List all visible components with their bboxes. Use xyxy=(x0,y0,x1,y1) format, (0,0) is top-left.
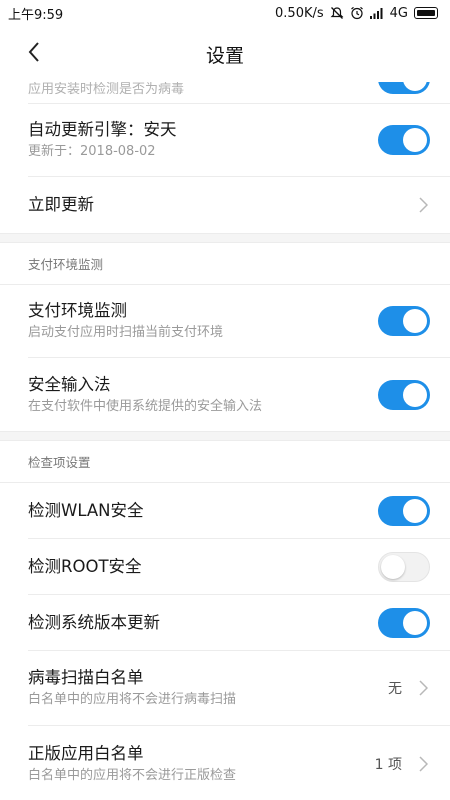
section-divider xyxy=(0,431,450,441)
network-speed: 0.50K/s xyxy=(275,5,324,21)
virus-whitelist-row[interactable]: 病毒扫描白名单 白名单中的应用将不会进行病毒扫描 无 xyxy=(28,651,450,726)
check-wlan-row[interactable]: 检测WLAN安全 xyxy=(28,483,450,539)
title-bar: 设置 xyxy=(0,26,450,82)
row-title: 支付环境监测 xyxy=(28,301,127,320)
section-divider xyxy=(0,233,450,243)
status-bar: 上午9:59 0.50K/s 4G xyxy=(0,0,450,26)
secure-input-row[interactable]: 安全输入法 在支付软件中使用系统提供的安全输入法 xyxy=(28,358,450,431)
chevron-right-icon xyxy=(416,196,430,214)
row-title: 病毒扫描白名单 xyxy=(28,668,144,687)
row-value: 无 xyxy=(388,681,402,697)
update-now-row[interactable]: 立即更新 xyxy=(28,177,450,233)
signal-icon xyxy=(369,6,384,20)
check-system-update-row[interactable]: 检测系统版本更新 xyxy=(28,595,450,651)
page-title: 设置 xyxy=(205,44,244,67)
battery-icon xyxy=(414,6,438,20)
chevron-right-icon xyxy=(416,755,430,773)
row-title: 检测ROOT安全 xyxy=(28,556,142,576)
row-subtitle: 在支付软件中使用系统提供的安全输入法 xyxy=(28,398,263,414)
row-title: 正版应用白名单 xyxy=(28,743,144,763)
check-system-update-toggle[interactable] xyxy=(378,607,430,638)
row-title: 检测系统版本更新 xyxy=(28,612,160,632)
chevron-right-icon xyxy=(416,679,430,697)
row-subtitle: 更新于：2018-08-02 xyxy=(28,144,156,159)
check-root-toggle[interactable] xyxy=(378,551,430,582)
back-arrow-icon xyxy=(27,41,41,67)
settings-list[interactable]: 应用安装时检测是否为病毒 自动更新引擎：安天 更新于：2018-08-02 立即… xyxy=(0,82,450,800)
mute-icon xyxy=(330,6,344,20)
section-header-checks: 检查项设置 xyxy=(0,441,450,483)
payment-env-toggle[interactable] xyxy=(378,306,430,336)
row-subtitle: 白名单中的应用将不会进行病毒扫描 xyxy=(28,692,237,707)
row-title: 检测WLAN安全 xyxy=(28,500,144,520)
genuine-whitelist-row[interactable]: 正版应用白名单 白名单中的应用将不会进行正版检查 1 项 xyxy=(28,726,450,800)
auto-update-engine-row[interactable]: 自动更新引擎：安天 更新于：2018-08-02 xyxy=(28,104,450,177)
secure-input-toggle[interactable] xyxy=(378,379,430,410)
section-header-payment: 支付环境监测 xyxy=(0,243,450,285)
network-type: 4G xyxy=(389,5,408,21)
check-wlan-toggle[interactable] xyxy=(378,495,430,526)
row-subtitle: 启动支付应用时扫描当前支付环境 xyxy=(28,325,224,340)
row-title: 自动更新引擎：安天 xyxy=(28,120,177,139)
auto-update-toggle[interactable] xyxy=(378,125,430,155)
row-subtitle: 白名单中的应用将不会进行正版检查 xyxy=(28,767,237,783)
row-value: 1 项 xyxy=(374,756,402,773)
row-title: 安全输入法 xyxy=(28,374,111,394)
install-check-toggle[interactable] xyxy=(378,82,430,94)
status-time: 上午9:59 xyxy=(8,7,64,23)
payment-env-row[interactable]: 支付环境监测 启动支付应用时扫描当前支付环境 xyxy=(28,285,450,358)
back-button[interactable] xyxy=(18,38,50,70)
row-subtitle: 应用安装时检测是否为病毒 xyxy=(28,82,185,97)
check-root-row[interactable]: 检测ROOT安全 xyxy=(28,539,450,595)
row-title: 立即更新 xyxy=(28,195,94,214)
virus-install-check-row[interactable]: 应用安装时检测是否为病毒 xyxy=(28,82,450,104)
alarm-icon xyxy=(350,6,364,20)
status-icons: 0.50K/s 4G xyxy=(275,6,438,21)
